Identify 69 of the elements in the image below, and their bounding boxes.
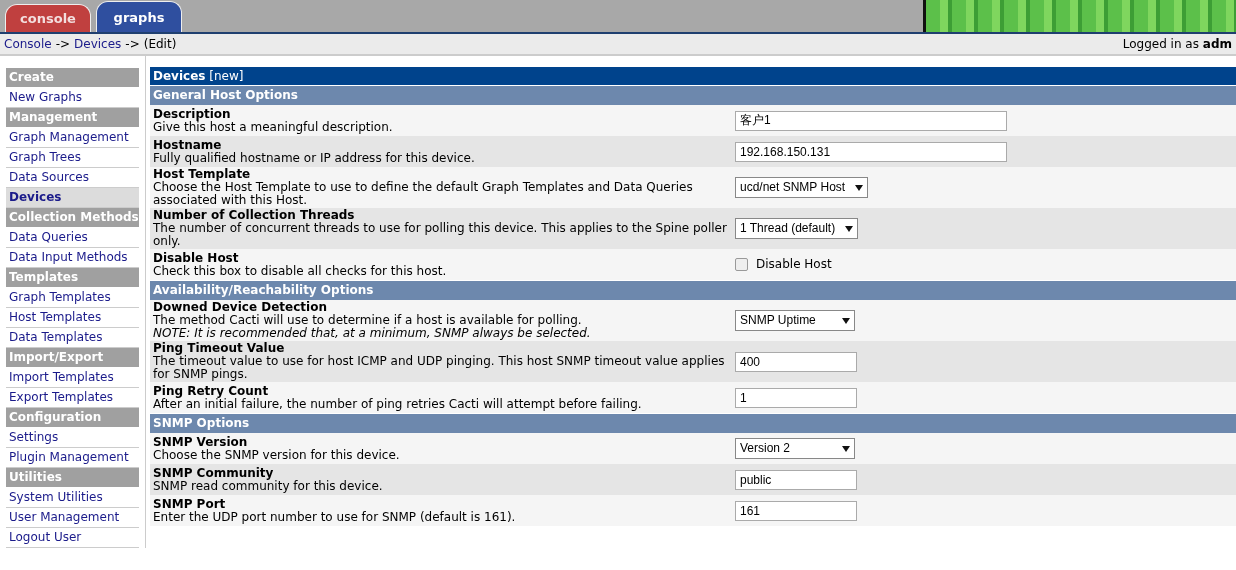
sidebar-item[interactable]: Graph Trees [6,148,139,168]
section-header: Availability/Reachability Options [150,281,1236,300]
text-field[interactable]: 400 [735,351,857,372]
sidebar-item[interactable]: Logout User [6,528,139,548]
section-header: SNMP Options [150,414,1236,433]
text-field[interactable]: public [735,469,857,490]
field-label: SNMP Port [153,497,227,511]
field-label: Ping Retry Count [153,384,269,398]
nav-tab[interactable]: graphs [96,1,182,32]
sidebar-item[interactable]: Devices [6,188,139,208]
sidebar-item[interactable]: Graph Templates [6,288,139,308]
breadcrumb-separator: -> [55,37,71,51]
caret-icon [842,445,850,452]
sidebar-header: Collection Methods [6,208,139,228]
sidebar-header: Templates [6,268,139,288]
breadcrumb-link[interactable]: Devices [74,37,122,51]
sidebar-header: Configuration [6,408,139,428]
dropdown[interactable]: Version 2 [735,438,855,459]
field-description: The method Cacti will use to determine if a host is available for polling. [153,314,582,327]
sidebar-item[interactable]: Graph Management [6,128,139,148]
breadcrumb-current: (Edit) [143,37,177,51]
dropdown[interactable]: 1 Thread (default) [735,218,859,239]
sidebar-item[interactable]: User Management [6,508,139,528]
checkbox[interactable] [735,258,748,271]
breadcrumb-link[interactable]: Console [4,37,52,51]
text-field[interactable]: 客户1 [735,110,1007,131]
field-description: Fully qualified hostname or IP address for this device. [153,151,476,165]
section-header: General Host Options [150,86,1236,105]
sidebar-item[interactable]: Import Templates [6,368,139,388]
dropdown[interactable]: SNMP Uptime [735,310,855,331]
field-description: Choose the Host Template to use to define the default Graph Templates and Data Queries associated with this Host. [153,181,694,207]
field-label: Number of Collection Threads [153,209,356,222]
field-note: NOTE: It is recommended that, at a minimum, SNMP always be selected. [153,327,592,340]
sidebar-item[interactable]: System Utilities [6,488,139,508]
field-description: Enter the UDP port number to use for SNMP (default is 161). [153,510,517,524]
field-label: Disable Host [153,251,240,265]
sidebar-header: Management [6,108,139,128]
sidebar-header: Utilities [6,468,139,488]
field-description: Give this host a meaningful description. [153,120,394,134]
caret-icon [855,184,864,191]
sidebar-header: Create [6,68,139,88]
field-description: SNMP read community for this device. [153,479,384,493]
field-description: Check this box to disable all checks for this host. [153,264,448,278]
sidebar-header: Import/Export [6,348,139,368]
field-label: SNMP Version [153,435,249,449]
field-label: Ping Timeout Value [153,342,286,355]
breadcrumb-separator: -> [125,37,140,51]
sidebar-item[interactable]: Data Queries [6,228,139,248]
sidebar-item[interactable]: Settings [6,428,139,448]
field-label: Hostname [153,138,223,152]
text-field[interactable]: 1 [735,387,857,408]
form-title: Devices [new] [150,67,1236,85]
caret-icon [842,317,850,324]
field-description: After an initial failure, the number of ping retries Cacti will attempt before failing. [153,397,643,411]
field-label: Downed Device Detection [153,301,328,314]
checkbox-label: Disable Host [756,258,832,271]
field-description: Choose the SNMP version for this device. [153,448,401,462]
field-label: Description [153,107,232,121]
text-field[interactable]: 161 [735,500,857,521]
caret-icon [845,225,854,232]
field-label: SNMP Community [153,466,274,480]
field-description: The number of concurrent threads to use for polling this device. This applies to the Spine poller only. [153,222,728,248]
sidebar-item[interactable]: Host Templates [6,308,139,328]
field-label: Host Template [153,168,252,181]
login-status: Logged in as adm [1122,37,1232,51]
text-field[interactable]: 192.168.150.131 [735,141,1007,162]
nav-tab[interactable]: console [5,4,91,32]
dropdown[interactable]: ucd/net SNMP Host [735,177,869,198]
field-description: The timeout value to use for host ICMP and UDP pinging. This host SNMP timeout value applies for SNMP pings. [153,355,726,381]
